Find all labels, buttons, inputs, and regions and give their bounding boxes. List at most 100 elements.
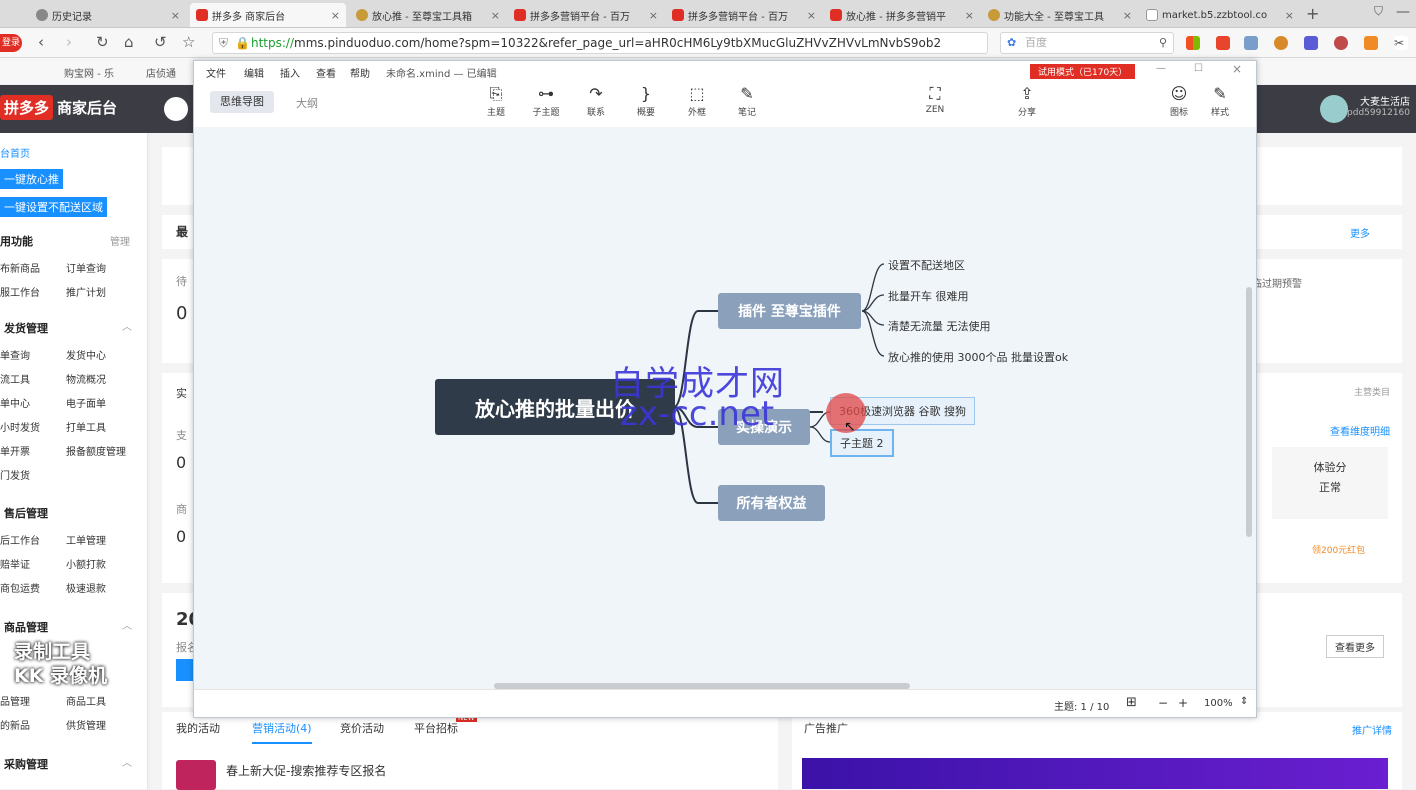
sidebar-item[interactable]: 小额打款: [66, 556, 106, 571]
topic-owner-rights[interactable]: 所有者权益: [718, 485, 825, 521]
sticker-button[interactable]: ☺ 图标: [1157, 83, 1201, 118]
subtopic-tool[interactable]: ⊶ 子主题: [524, 83, 568, 118]
section-aftersale[interactable]: 售后管理: [4, 505, 48, 521]
sidebar-item[interactable]: 物流概况: [66, 371, 106, 386]
tab-my-activities[interactable]: 我的活动: [176, 720, 220, 736]
search-box[interactable]: [164, 97, 188, 121]
back-icon[interactable]: ‹: [38, 33, 44, 51]
style-button[interactable]: ✎ 样式: [1198, 83, 1242, 118]
close-icon[interactable]: ×: [965, 9, 974, 22]
ad-banner[interactable]: [802, 758, 1388, 789]
menu-file[interactable]: 文件: [206, 65, 226, 80]
section-goods[interactable]: 商品管理: [4, 619, 48, 635]
minimize-icon[interactable]: —: [1156, 63, 1166, 74]
chevron-up-icon[interactable]: ︿: [122, 754, 132, 769]
trial-badge[interactable]: 试用模式（已170天）: [1030, 64, 1136, 79]
zen-mode-button[interactable]: ⛶ ZEN: [913, 83, 957, 115]
search-input[interactable]: ✿ 百度 ⚲: [1000, 32, 1174, 54]
summary-tool[interactable]: } 概要: [624, 83, 668, 118]
menu-view[interactable]: 查看: [316, 65, 336, 80]
search-icon[interactable]: ⚲: [1159, 33, 1167, 53]
one-click-promote-button[interactable]: 一键放心推: [0, 169, 63, 189]
close-icon[interactable]: ×: [331, 9, 340, 22]
reload-icon[interactable]: ↻: [96, 33, 109, 51]
sidebar-item[interactable]: 后工作台: [0, 532, 40, 547]
tab-outline[interactable]: 大纲: [296, 95, 318, 111]
star-icon[interactable]: ☆: [182, 33, 195, 51]
undo-icon[interactable]: ↺: [154, 33, 167, 51]
close-icon[interactable]: ×: [1123, 9, 1132, 22]
app-icon[interactable]: [1186, 36, 1200, 50]
sidebar-item[interactable]: 供货管理: [66, 717, 106, 732]
maximize-icon[interactable]: ☐: [1194, 63, 1203, 74]
extension-icon[interactable]: [1334, 36, 1348, 50]
topic-plugin[interactable]: 插件 至尊宝插件: [718, 293, 861, 329]
sidebar-item[interactable]: 发货中心: [66, 347, 106, 362]
sidebar-item[interactable]: 极速退款: [66, 580, 106, 595]
zoom-in-icon[interactable]: +: [1178, 696, 1188, 710]
chevron-up-icon[interactable]: ︿: [122, 617, 132, 632]
bookmark-item[interactable]: 购宝网 - 乐: [64, 65, 114, 80]
sidebar-item[interactable]: 工单管理: [66, 532, 106, 547]
manage-link[interactable]: 管理: [110, 233, 130, 248]
tab-fangxintui[interactable]: 放心推 - 至尊宝工具箱 ×: [350, 3, 506, 27]
sidebar-item[interactable]: 的新品: [0, 717, 30, 732]
sidebar-item[interactable]: 品管理: [0, 693, 30, 708]
vertical-scrollbar[interactable]: [1246, 287, 1252, 537]
avatar[interactable]: [1320, 95, 1348, 123]
zoom-out-icon[interactable]: −: [1158, 696, 1168, 710]
window-menu-icon[interactable]: ⛉: [1374, 4, 1383, 19]
sidebar-item[interactable]: 服工作台: [0, 284, 40, 299]
extension-icon[interactable]: [1364, 36, 1378, 50]
url-input[interactable]: ⛨ 🔒 https://mms.pinduoduo.com/home?spm=1…: [212, 32, 988, 54]
sidebar-item[interactable]: 电子面单: [66, 395, 106, 410]
ad-detail-link[interactable]: 推广详情: [1352, 722, 1392, 737]
menu-edit[interactable]: 编辑: [244, 65, 264, 80]
subtopic[interactable]: 清楚无流量 无法使用: [888, 318, 991, 334]
section-shipping[interactable]: 发货管理: [4, 320, 48, 336]
forward-icon[interactable]: ›: [66, 33, 72, 51]
extension-icon[interactable]: [1274, 36, 1288, 50]
login-badge[interactable]: 登录: [0, 34, 22, 52]
tab-pdd-marketing-2[interactable]: 拼多多营销平台 - 百万 ×: [666, 3, 822, 27]
sidebar-item[interactable]: 订单查询: [66, 260, 106, 275]
share-button[interactable]: ⇪ 分享: [1005, 83, 1049, 118]
chevron-updown-icon[interactable]: ⇕: [1240, 696, 1248, 707]
close-icon[interactable]: ×: [649, 9, 658, 22]
sidebar-item[interactable]: 推广计划: [66, 284, 106, 299]
sidebar-item[interactable]: 报备额度管理: [66, 443, 126, 458]
tab-bidding-activities[interactable]: 竞价活动: [340, 720, 384, 736]
zoom-level[interactable]: 100%: [1204, 698, 1233, 709]
close-icon[interactable]: ×: [1285, 9, 1294, 22]
map-icon[interactable]: ⊞: [1126, 695, 1137, 710]
bookmark-item[interactable]: 店侦通: [146, 65, 176, 80]
sidebar-item[interactable]: 赔举证: [0, 556, 30, 571]
note-tool[interactable]: ✎ 笔记: [725, 83, 769, 118]
tab-marketing-activities[interactable]: 营销活动(4): [252, 720, 312, 744]
close-icon[interactable]: ×: [171, 9, 180, 22]
close-icon[interactable]: ×: [491, 9, 500, 22]
more-link[interactable]: 更多: [1350, 225, 1370, 240]
tab-features[interactable]: 功能大全 - 至尊宝工具 ×: [982, 3, 1138, 27]
red-packet-link[interactable]: 领200元红包: [1312, 543, 1365, 556]
chevron-up-icon[interactable]: ︿: [122, 318, 132, 333]
tab-platform-bids[interactable]: 平台招标: [414, 720, 458, 736]
subtopic[interactable]: 批量开车 很难用: [888, 288, 969, 304]
minimize-icon[interactable]: —: [1396, 4, 1410, 20]
boundary-tool[interactable]: ⬚ 外框: [675, 83, 719, 118]
tab-fangxintui-marketing[interactable]: 放心推 - 拼多多营销平 ×: [824, 3, 980, 27]
sidebar-item[interactable]: 小时发货: [0, 419, 40, 434]
topic-tool[interactable]: ⎘ 主题: [474, 83, 518, 118]
subtopic[interactable]: 设置不配送地区: [888, 257, 965, 273]
sidebar-item[interactable]: 商品工具: [66, 693, 106, 708]
subtopic-2-selected[interactable]: 子主题 2: [830, 429, 894, 457]
sidebar-item[interactable]: 单开票: [0, 443, 30, 458]
image-icon[interactable]: [1244, 36, 1258, 50]
tab-pdd-backend[interactable]: 拼多多 商家后台 ×: [190, 3, 346, 27]
relationship-tool[interactable]: ↷ 联系: [574, 83, 618, 118]
event-title[interactable]: 春上新大促-搜索推荐专区报名: [226, 762, 386, 779]
tab-pdd-marketing[interactable]: 拼多多营销平台 - 百万 ×: [508, 3, 664, 27]
view-more-button[interactable]: 查看更多: [1326, 635, 1384, 658]
home-icon[interactable]: ⌂: [124, 33, 134, 51]
tab-history[interactable]: 历史记录 ×: [30, 3, 186, 27]
